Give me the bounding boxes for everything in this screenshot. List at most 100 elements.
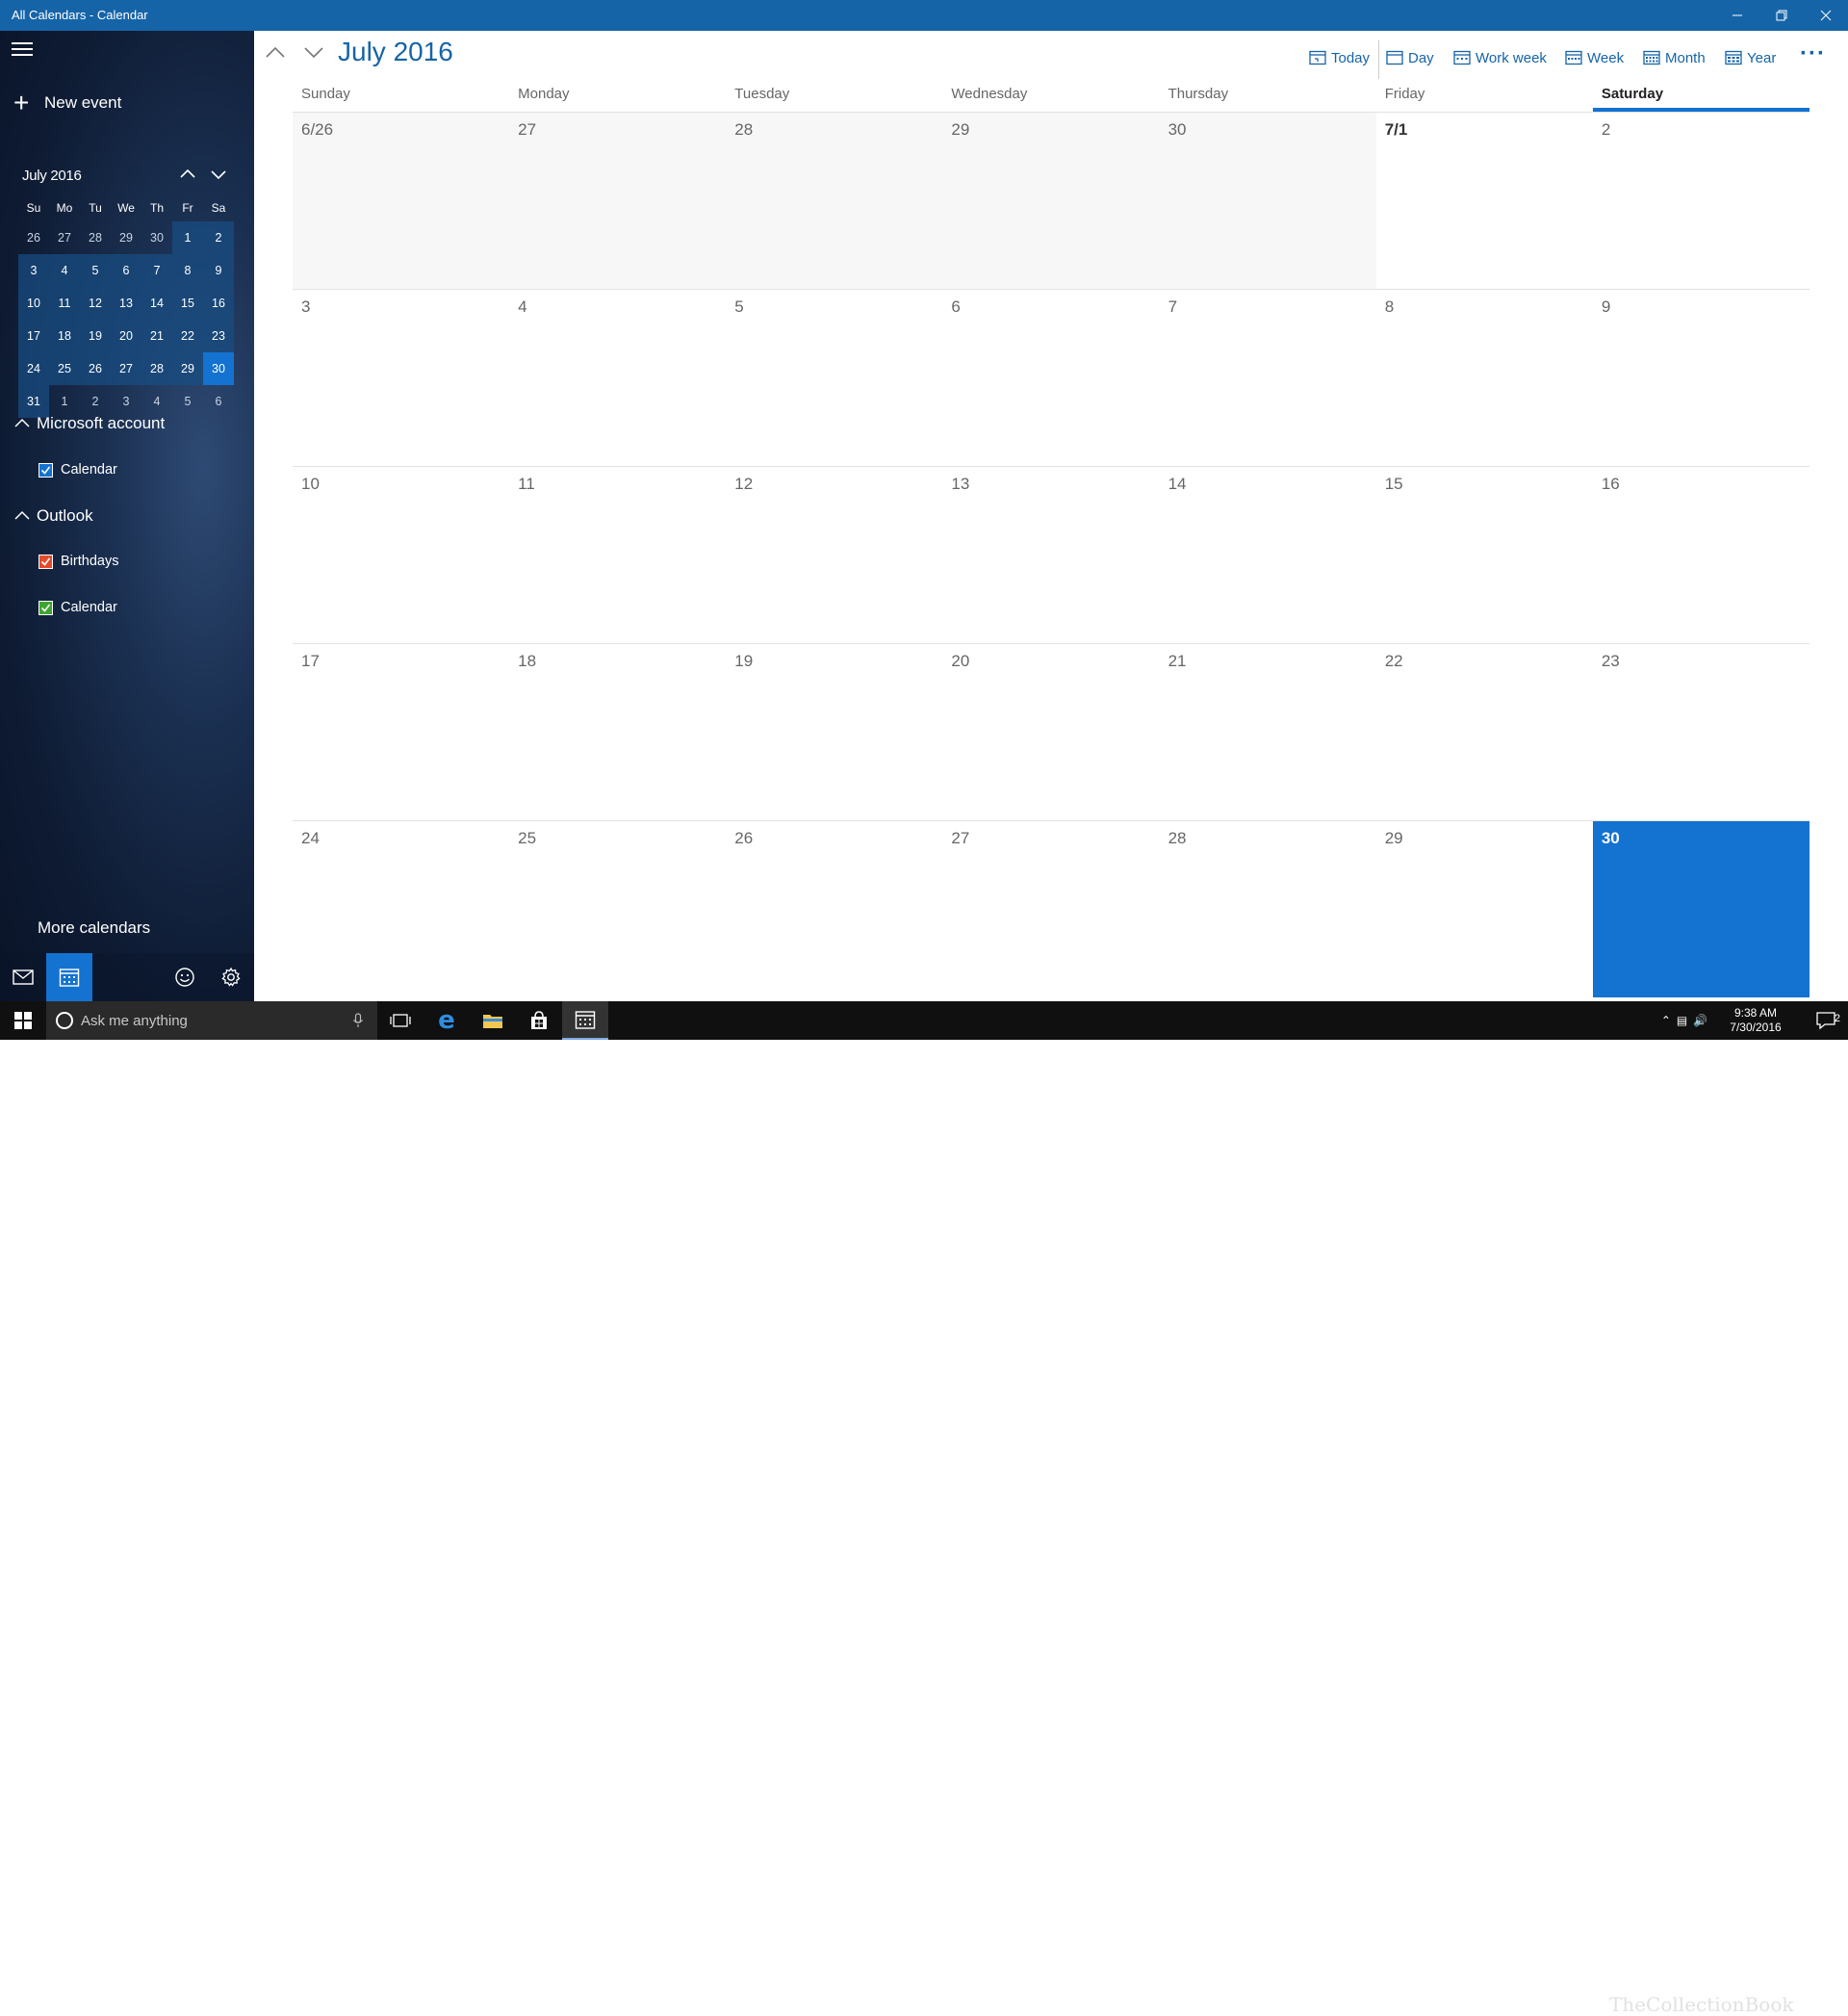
mail-button[interactable]	[0, 953, 46, 1001]
mini-day[interactable]: 4	[141, 385, 172, 418]
chevron-down-icon[interactable]	[208, 164, 229, 185]
feedback-button[interactable]	[162, 953, 208, 1001]
mini-day[interactable]: 4	[49, 254, 80, 287]
mini-day[interactable]: 23	[203, 320, 234, 352]
mini-day[interactable]: 2	[80, 385, 111, 418]
microphone-icon[interactable]	[352, 1013, 364, 1028]
mini-day[interactable]: 11	[49, 287, 80, 320]
day-cell[interactable]: 25	[509, 821, 726, 997]
day-cell[interactable]: 24	[293, 821, 509, 997]
mini-day[interactable]: 21	[141, 320, 172, 352]
year-view-button[interactable]: Year	[1725, 44, 1776, 71]
close-button[interactable]	[1804, 0, 1848, 31]
file-explorer-button[interactable]	[470, 1001, 516, 1040]
mini-day[interactable]: 28	[141, 352, 172, 385]
work-week-view-button[interactable]: Work week	[1453, 44, 1547, 71]
day-view-button[interactable]: Day	[1386, 44, 1434, 71]
mini-day[interactable]: 15	[172, 287, 203, 320]
mini-day[interactable]: 5	[172, 385, 203, 418]
mini-day[interactable]: 16	[203, 287, 234, 320]
store-button[interactable]	[516, 1001, 562, 1040]
mini-day[interactable]: 24	[18, 352, 49, 385]
mini-day[interactable]: 25	[49, 352, 80, 385]
day-cell[interactable]: 29	[1376, 821, 1593, 997]
day-cell[interactable]: 28	[726, 113, 943, 289]
mini-day[interactable]: 26	[80, 352, 111, 385]
checkbox-checked-icon[interactable]	[38, 462, 53, 478]
day-cell[interactable]: 13	[942, 467, 1159, 643]
day-cell-today[interactable]: 30	[1592, 821, 1810, 997]
mini-day[interactable]: 8	[172, 254, 203, 287]
mini-day[interactable]: 17	[18, 320, 49, 352]
day-cell[interactable]: 14	[1160, 467, 1376, 643]
calendar-toggle[interactable]: Calendar	[38, 600, 117, 615]
mini-day[interactable]: 28	[80, 221, 111, 254]
day-cell[interactable]: 15	[1376, 467, 1593, 643]
day-cell[interactable]: 8	[1376, 290, 1593, 466]
minimize-button[interactable]	[1715, 0, 1759, 31]
day-cell[interactable]: 22	[1376, 644, 1593, 820]
day-cell[interactable]: 26	[726, 821, 942, 997]
mini-day[interactable]: 3	[18, 254, 49, 287]
account-header-outlook[interactable]: Outlook	[13, 506, 93, 526]
day-cell[interactable]: 11	[509, 467, 726, 643]
task-view-button[interactable]	[377, 1001, 424, 1040]
calendar-toggle[interactable]: Calendar	[38, 462, 117, 478]
volume-icon[interactable]: 🔊	[1693, 1014, 1707, 1027]
day-cell[interactable]: 30	[1159, 113, 1376, 289]
checkbox-checked-icon[interactable]	[38, 600, 53, 615]
mini-day[interactable]: 6	[111, 254, 141, 287]
day-cell[interactable]: 12	[726, 467, 942, 643]
mini-day[interactable]: 5	[80, 254, 111, 287]
day-cell[interactable]: 16	[1593, 467, 1810, 643]
mini-day[interactable]: 18	[49, 320, 80, 352]
day-cell[interactable]: 4	[509, 290, 726, 466]
day-cell[interactable]: 29	[942, 113, 1160, 289]
mini-day[interactable]: 2	[203, 221, 234, 254]
mini-calendar-month[interactable]: July 2016	[22, 168, 82, 184]
mini-day[interactable]: 26	[18, 221, 49, 254]
today-button[interactable]: Today	[1309, 44, 1370, 71]
day-cell[interactable]: 3	[293, 290, 509, 466]
day-cell[interactable]: 7	[1160, 290, 1376, 466]
day-cell[interactable]: 18	[509, 644, 726, 820]
hamburger-menu-icon[interactable]	[12, 42, 35, 62]
mini-day[interactable]: 30	[141, 221, 172, 254]
day-cell[interactable]: 10	[293, 467, 509, 643]
mini-day[interactable]: 29	[111, 221, 141, 254]
day-cell[interactable]: 5	[726, 290, 942, 466]
more-calendars-link[interactable]: More calendars	[38, 918, 150, 938]
mini-day[interactable]: 1	[49, 385, 80, 418]
week-view-button[interactable]: Week	[1565, 44, 1624, 71]
day-cell[interactable]: 2	[1593, 113, 1810, 289]
day-cell[interactable]: 27	[509, 113, 727, 289]
mini-day[interactable]: 27	[111, 352, 141, 385]
mini-day[interactable]: 6	[203, 385, 234, 418]
action-center-button[interactable]: 2	[1804, 1001, 1848, 1040]
day-cell[interactable]: 17	[293, 644, 509, 820]
checkbox-checked-icon[interactable]	[38, 554, 53, 569]
mini-day[interactable]: 19	[80, 320, 111, 352]
system-tray[interactable]: ⌃ ▤ 🔊	[1661, 1001, 1707, 1040]
mini-day[interactable]: 31	[18, 385, 49, 418]
birthdays-toggle[interactable]: Birthdays	[38, 554, 118, 569]
chevron-up-icon[interactable]: ⌃	[1661, 1014, 1671, 1027]
mini-day[interactable]: 3	[111, 385, 141, 418]
mini-day[interactable]: 1	[172, 221, 203, 254]
mini-day[interactable]: 9	[203, 254, 234, 287]
start-button[interactable]	[0, 1001, 46, 1040]
chevron-up-icon[interactable]	[177, 164, 198, 185]
day-cell[interactable]: 23	[1593, 644, 1810, 820]
mini-day[interactable]: 10	[18, 287, 49, 320]
network-icon[interactable]: ▤	[1677, 1014, 1687, 1027]
calendar-app-button[interactable]	[46, 953, 92, 1001]
mini-day[interactable]: 29	[172, 352, 203, 385]
mini-day[interactable]: 22	[172, 320, 203, 352]
day-cell[interactable]: 28	[1160, 821, 1376, 997]
day-cell[interactable]: 21	[1160, 644, 1376, 820]
day-cell[interactable]: 7/1	[1376, 113, 1593, 289]
settings-button[interactable]	[208, 953, 254, 1001]
mini-day[interactable]: 20	[111, 320, 141, 352]
day-cell[interactable]: 9	[1593, 290, 1810, 466]
month-view-button[interactable]: Month	[1643, 44, 1706, 71]
